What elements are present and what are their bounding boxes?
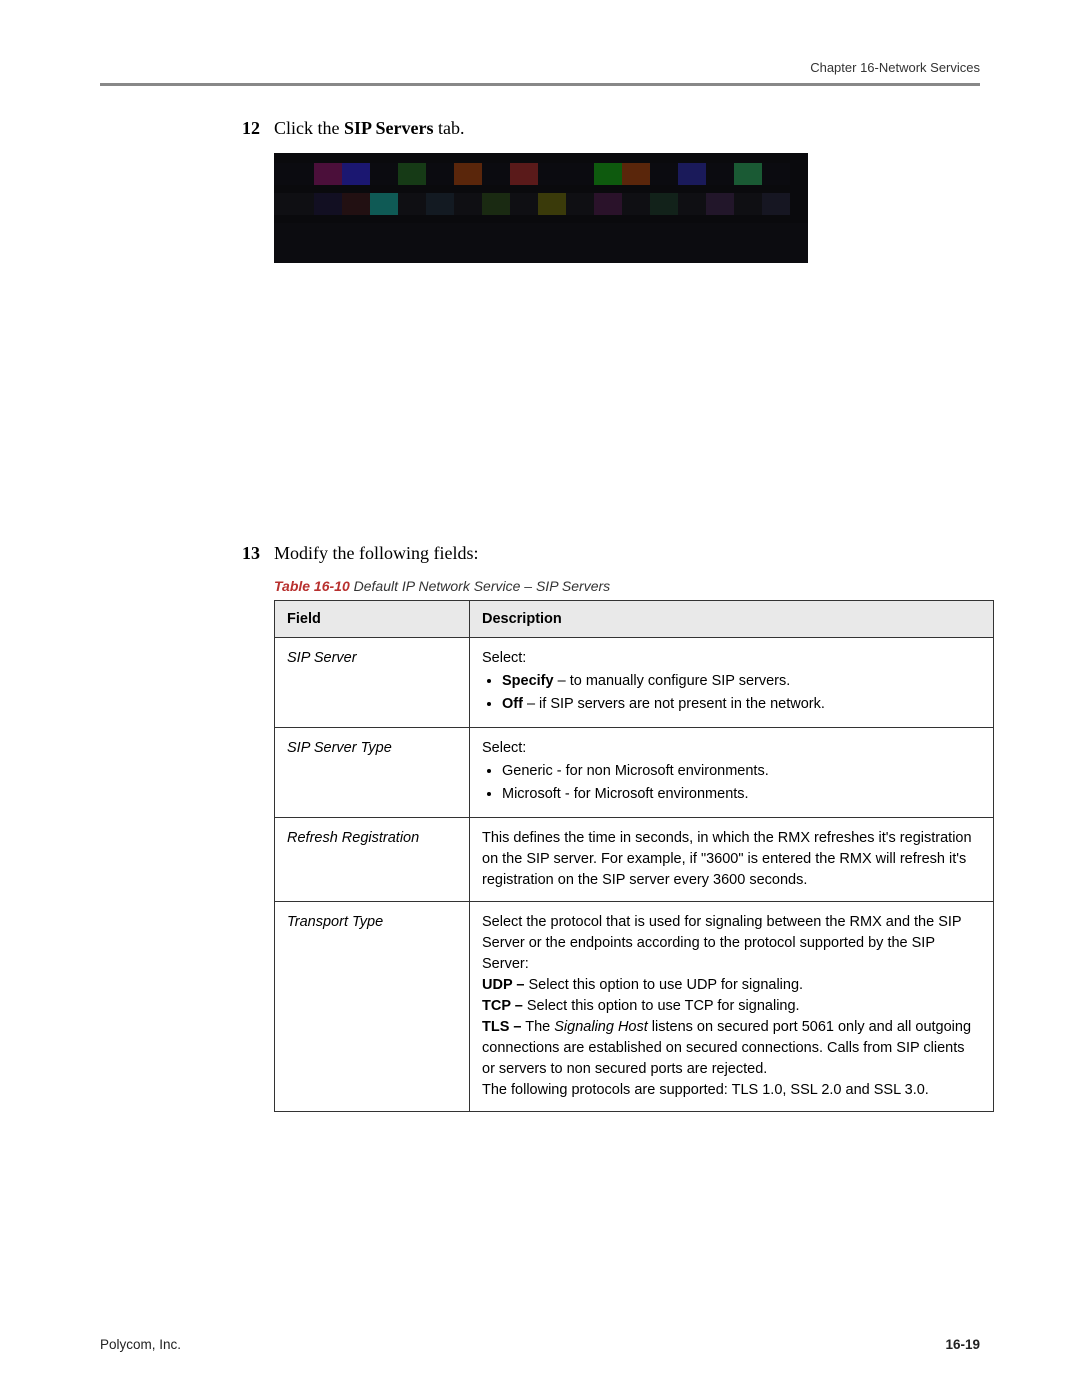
field-cell: SIP Server Type [275, 728, 470, 818]
desc-italic: Signaling Host [554, 1019, 648, 1035]
list-item: Off – if SIP servers are not present in … [502, 694, 981, 715]
list-item: Generic - for non Microsoft environments… [502, 761, 981, 782]
desc-cell: Select: Generic - for non Microsoft envi… [470, 728, 994, 818]
field-cell: SIP Server [275, 638, 470, 728]
col-description: Description [470, 601, 994, 638]
desc-select: Select: [482, 740, 526, 756]
table-caption-number: Table 16-10 [274, 578, 350, 594]
desc-cell: This defines the time in seconds, in whi… [470, 818, 994, 902]
list-item: Microsoft - for Microsoft environments. [502, 784, 981, 805]
table-row: SIP Server Select: Specify – to manually… [275, 638, 994, 728]
sip-servers-table: Field Description SIP Server Select: Spe… [274, 600, 994, 1112]
desc-para: Select the protocol that is used for sig… [482, 912, 981, 975]
table-header-row: Field Description [275, 601, 994, 638]
table-row: Refresh Registration This defines the ti… [275, 818, 994, 902]
document-page: Chapter 16-Network Services 12 Click the… [0, 0, 1080, 1397]
field-cell: Transport Type [275, 902, 470, 1112]
desc-para: TLS – The Signaling Host listens on secu… [482, 1017, 981, 1080]
table-row: SIP Server Type Select: Generic - for no… [275, 728, 994, 818]
list-strong: Off [502, 696, 523, 712]
desc-select: Select: [482, 650, 526, 666]
footer-company: Polycom, Inc. [100, 1337, 181, 1352]
step-13: 13 Modify the following fields: [230, 543, 970, 564]
step-text: Click the SIP Servers tab. [274, 118, 465, 139]
desc-cell: Select the protocol that is used for sig… [470, 902, 994, 1112]
desc-list: Generic - for non Microsoft environments… [482, 761, 981, 805]
list-rest: – if SIP servers are not present in the … [523, 696, 825, 712]
step-number: 12 [230, 118, 260, 139]
step-text: Modify the following fields: [274, 543, 478, 564]
step-number: 13 [230, 543, 260, 564]
desc-strong: UDP – [482, 977, 524, 993]
list-strong: Specify [502, 673, 554, 689]
page-footer: Polycom, Inc. 16-19 [100, 1337, 980, 1352]
field-cell: Refresh Registration [275, 818, 470, 902]
step-12: 12 Click the SIP Servers tab. [230, 118, 970, 139]
col-field: Field [275, 601, 470, 638]
desc-para: TCP – Select this option to use TCP for … [482, 996, 981, 1017]
table-caption-title: Default IP Network Service – SIP Servers [350, 578, 610, 594]
list-item: Specify – to manually configure SIP serv… [502, 671, 981, 692]
step-text-suffix: tab. [434, 118, 465, 138]
chapter-header: Chapter 16-Network Services [100, 60, 980, 75]
step-text-bold: SIP Servers [344, 118, 434, 138]
sip-servers-screenshot [274, 153, 808, 263]
step-text-prefix: Click the [274, 118, 344, 138]
desc-para: UDP – Select this option to use UDP for … [482, 975, 981, 996]
desc-para: The following protocols are supported: T… [482, 1080, 981, 1101]
table-row: Transport Type Select the protocol that … [275, 902, 994, 1112]
desc-rest: Select this option to use UDP for signal… [524, 977, 803, 993]
desc-strong: TLS – [482, 1019, 521, 1035]
desc-list: Specify – to manually configure SIP serv… [482, 671, 981, 715]
desc-strong: TCP – [482, 998, 523, 1014]
list-rest: – to manually configure SIP servers. [554, 673, 791, 689]
footer-page: 16-19 [945, 1337, 980, 1352]
desc-cell: Select: Specify – to manually configure … [470, 638, 994, 728]
table-caption: Table 16-10 Default IP Network Service –… [274, 578, 980, 594]
desc-rest: The [521, 1019, 554, 1035]
desc-rest: Select this option to use TCP for signal… [523, 998, 800, 1014]
header-rule [100, 83, 980, 86]
